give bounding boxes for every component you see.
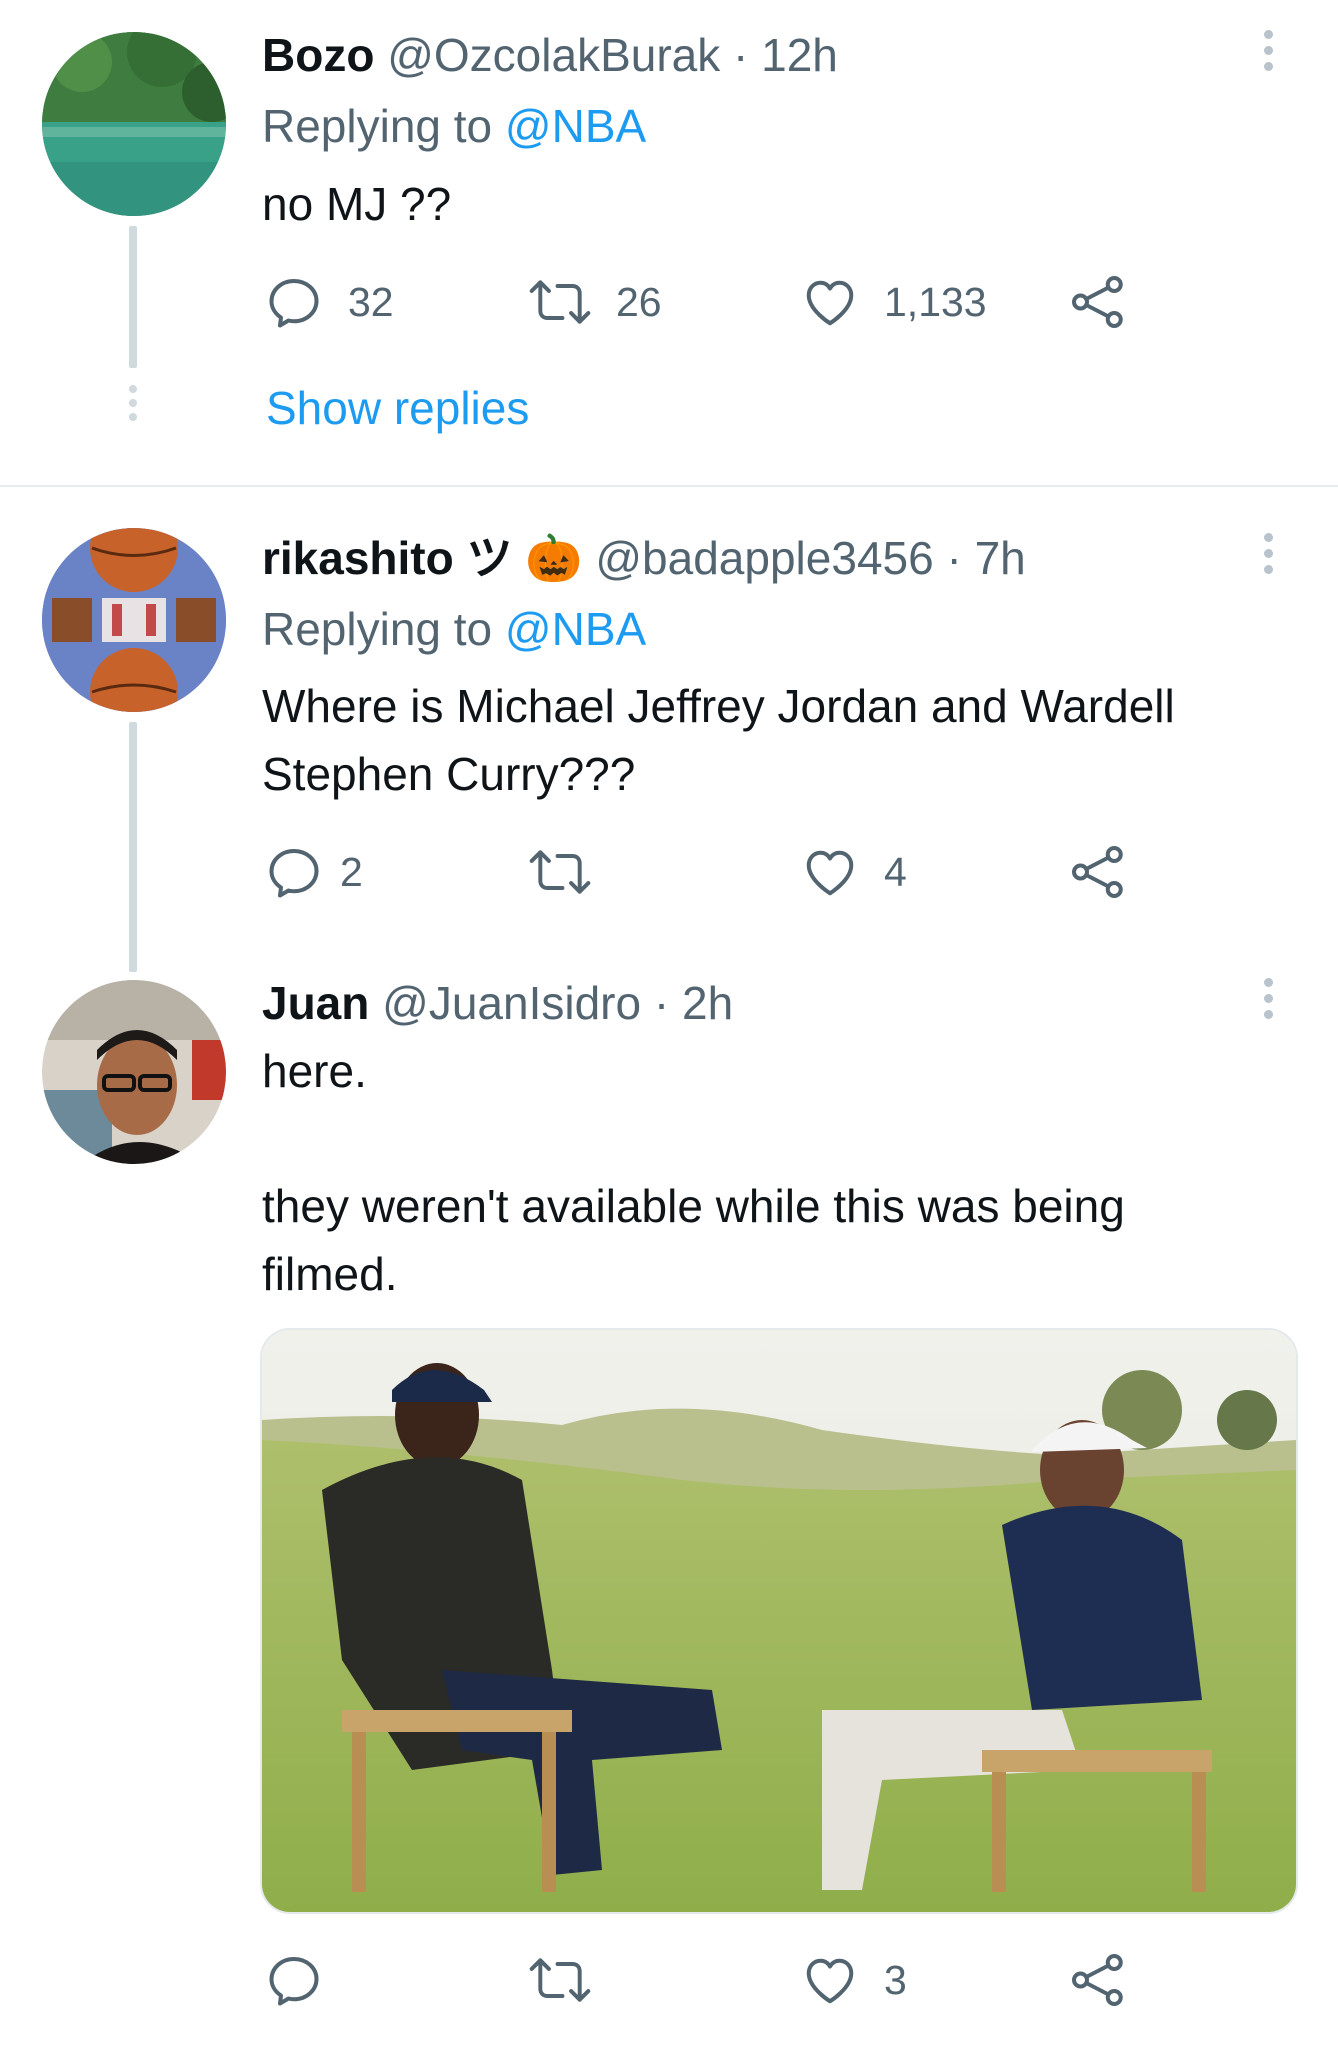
timestamp[interactable]: 2h (682, 977, 733, 1029)
tweet-header: Bozo @OzcolakBurak · 12h (262, 27, 838, 83)
author-handle[interactable]: @badapple3456 (595, 532, 933, 584)
separator: · (733, 29, 749, 81)
tweet-text-line-3: filmed. (262, 1248, 398, 1300)
retweet-icon (529, 1958, 591, 2002)
like-count: 3 (884, 1957, 907, 2003)
retweet-button[interactable]: 26 (528, 272, 662, 332)
replying-to-label: Replying to (262, 603, 493, 655)
divider (0, 485, 1338, 487)
share-button[interactable] (1068, 1950, 1128, 2010)
show-replies-link[interactable]: Show replies (266, 380, 529, 436)
retweet-icon (529, 280, 591, 324)
thread-line (129, 226, 137, 368)
tweet-text-line-2: they weren't available while this was be… (262, 1180, 1125, 1232)
tweet-text-line-2: Stephen Curry??? (262, 748, 636, 800)
share-icon (1072, 846, 1123, 898)
share-button[interactable] (1068, 842, 1128, 902)
heart-icon (806, 280, 854, 326)
reply-button[interactable]: 32 (264, 272, 394, 332)
replying-to-label: Replying to (262, 100, 493, 152)
avatar-juan[interactable] (42, 980, 226, 1164)
more-vertical-icon[interactable] (1262, 30, 1274, 78)
like-count: 4 (884, 849, 907, 895)
reply-icon (269, 279, 319, 328)
author-name[interactable]: rikashito ツ (262, 532, 513, 584)
replying-to: Replying to @NBA (262, 601, 646, 657)
share-button[interactable] (1068, 272, 1128, 332)
heart-icon (806, 850, 854, 896)
like-count: 1,133 (884, 279, 987, 325)
thread-gap-dots (129, 385, 137, 427)
tweet-header: Juan @JuanIsidro · 2h (262, 975, 733, 1031)
attached-photo[interactable] (260, 1328, 1298, 1914)
more-vertical-icon[interactable] (1262, 533, 1274, 581)
reply-count: 32 (348, 279, 394, 325)
tweet-text-line-1: here. (262, 1045, 367, 1097)
heart-icon (806, 1958, 854, 2004)
timestamp[interactable]: 7h (975, 532, 1026, 584)
reply-icon (269, 849, 319, 898)
tweet-header: rikashito ツ 🎃 @badapple3456 · 7h (262, 530, 1026, 586)
thread-line (129, 722, 137, 972)
like-button[interactable]: 3 (800, 1950, 907, 2010)
author-name[interactable]: Bozo (262, 29, 374, 81)
mention-link[interactable]: @NBA (505, 603, 646, 655)
timestamp[interactable]: 12h (761, 29, 838, 81)
more-vertical-icon[interactable] (1262, 978, 1274, 1026)
retweet-button[interactable] (528, 1950, 616, 2010)
like-button[interactable]: 4 (800, 842, 907, 902)
pumpkin-emoji-icon: 🎃 (525, 532, 583, 584)
retweet-button[interactable] (528, 842, 616, 902)
reply-count: 2 (340, 849, 363, 895)
share-icon (1072, 276, 1123, 328)
mention-link[interactable]: @NBA (505, 100, 646, 152)
separator: · (946, 532, 962, 584)
avatar-bozo[interactable] (42, 32, 226, 216)
replying-to: Replying to @NBA (262, 98, 646, 154)
reply-button[interactable]: 2 (264, 842, 363, 902)
author-handle[interactable]: @OzcolakBurak (387, 29, 720, 81)
share-icon (1072, 1954, 1123, 2006)
avatar-rikashito[interactable] (42, 528, 226, 712)
tweet-text-line-1: Where is Michael Jeffrey Jordan and Ward… (262, 680, 1175, 732)
reply-icon (269, 1957, 319, 2006)
retweet-count: 26 (616, 279, 662, 325)
retweet-icon (529, 850, 591, 894)
author-name[interactable]: Juan (262, 977, 369, 1029)
author-handle[interactable]: @JuanIsidro (382, 977, 641, 1029)
separator: · (653, 977, 670, 1029)
tweet-text: no MJ ?? (262, 178, 452, 230)
reply-button[interactable] (264, 1950, 348, 2010)
like-button[interactable]: 1,133 (800, 272, 987, 332)
